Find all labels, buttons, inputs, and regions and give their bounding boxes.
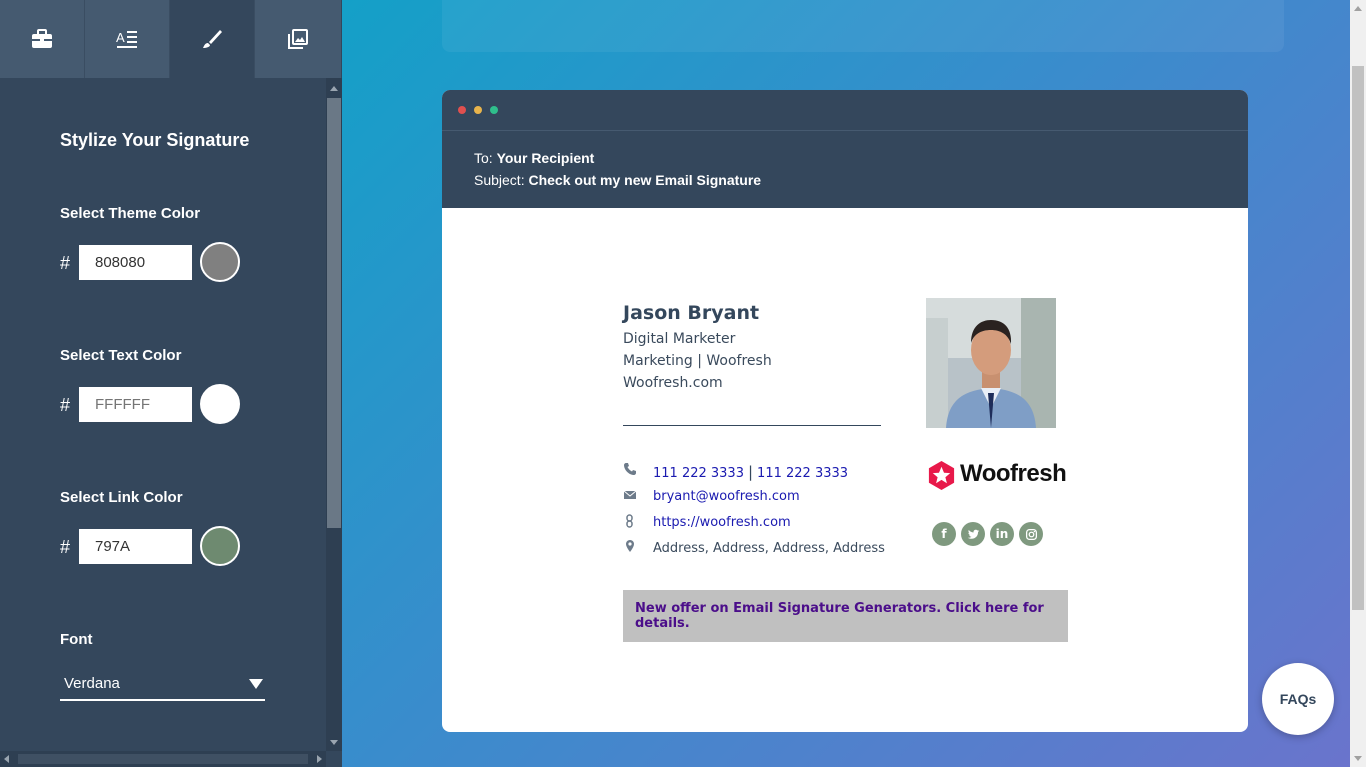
theme-color-hash: # [60,253,71,273]
sidebar-tabs: A [0,0,342,78]
page-scroll-thumb[interactable] [1352,66,1364,610]
signature-name: Jason Bryant [623,302,760,324]
offer-banner[interactable]: New offer on Email Signature Generators.… [623,590,1068,642]
link-color-hash: # [60,537,71,557]
link-color-input[interactable] [79,529,192,564]
svg-text:A: A [116,30,125,45]
phone-icon [624,463,636,475]
signature-department: Marketing | Woofresh [623,353,772,369]
text-color-hash: # [60,395,71,415]
address-text: Address, Address, Address, Address [653,541,885,556]
briefcase-icon [32,29,52,48]
tab-images[interactable] [255,0,341,78]
tab-templates[interactable] [0,0,85,78]
email-preview: To: Your Recipient Subject: Check out my… [442,90,1248,732]
sidebar-vertical-scrollbar[interactable] [326,78,342,751]
signature-website-text: Woofresh.com [623,375,723,391]
page-scroll-down-icon[interactable] [1354,756,1362,761]
header-divider [442,130,1248,131]
to-value: Your Recipient [496,150,595,166]
faq-button[interactable]: FAQs [1262,663,1334,735]
panel-title: Stylize Your Signature [60,130,250,150]
sidebar-scroll-thumb[interactable] [327,98,341,528]
text-color-label: Select Text Color [60,347,182,364]
theme-color-input[interactable] [79,245,192,280]
instagram-icon[interactable] [1019,522,1043,546]
tab-details[interactable]: A [85,0,170,78]
page-scroll-up-icon[interactable] [1354,6,1362,11]
social-icons: f in [932,522,1043,546]
theme-color-label: Select Theme Color [60,205,201,222]
profile-photo [926,298,1056,428]
font-select[interactable]: Verdana [60,673,265,701]
font-label: Font [60,631,93,648]
signature-divider [623,425,881,426]
scroll-right-arrow-icon[interactable] [317,755,322,763]
facebook-icon[interactable]: f [932,522,956,546]
email-to: To: Your Recipient [474,150,594,166]
company-text: Woofresh [706,353,772,369]
text-format-icon: A [116,30,137,48]
phone-link-2[interactable]: 111 222 3333 [757,466,848,481]
sidebar-horizontal-scrollbar[interactable] [0,751,326,767]
signature-title: Digital Marketer [623,331,736,347]
minimize-dot [474,106,482,114]
preview-area: To: Your Recipient Subject: Check out my… [342,0,1350,767]
font-select-value: Verdana [64,675,120,692]
chevron-down-icon [249,679,263,689]
link-color-label: Select Link Color [60,489,183,506]
scroll-up-arrow-icon[interactable] [330,86,338,91]
phone-row: 111 222 3333 | 111 222 3333 [653,463,849,481]
brush-icon [203,30,222,48]
text-color-swatch[interactable] [200,384,240,424]
sidebar: A Stylize Your Signature Select Theme Co… [0,0,342,767]
maximize-dot [490,106,498,114]
email-link[interactable]: bryant@woofresh.com [653,489,800,504]
scroll-down-arrow-icon[interactable] [330,740,338,745]
twitter-icon[interactable] [961,522,985,546]
style-panel: Stylize Your Signature Select Theme Colo… [0,78,326,751]
theme-color-swatch[interactable] [200,242,240,282]
phone-link-1[interactable]: 111 222 3333 [653,466,744,481]
link-icon [626,514,633,528]
department-text: Marketing [623,353,693,369]
link-color-swatch[interactable] [200,526,240,566]
location-pin-icon [626,540,634,552]
email-header: To: Your Recipient Subject: Check out my… [442,90,1248,208]
logo-text: Woofresh [960,460,1067,487]
star-logo-icon [928,460,955,491]
linkedin-icon[interactable]: in [990,522,1014,546]
email-subject: Subject: Check out my new Email Signatur… [474,172,761,188]
close-dot [458,106,466,114]
top-banner [442,0,1284,52]
scroll-left-arrow-icon[interactable] [4,755,9,763]
window-dots [458,106,498,114]
page-scrollbar[interactable] [1350,0,1366,767]
text-color-input[interactable] [79,387,192,422]
subject-value: Check out my new Email Signature [528,172,762,188]
tab-style[interactable] [170,0,255,78]
sidebar-hscroll-thumb[interactable] [18,754,308,764]
subject-label: Subject: [474,172,525,188]
mail-icon [623,490,637,499]
image-gallery-icon [288,29,308,49]
company-logo: Woofresh [926,458,1067,492]
offer-text[interactable]: New offer on Email Signature Generators.… [635,601,1068,631]
to-label: To: [474,150,493,166]
website-link[interactable]: https://woofresh.com [653,515,791,530]
